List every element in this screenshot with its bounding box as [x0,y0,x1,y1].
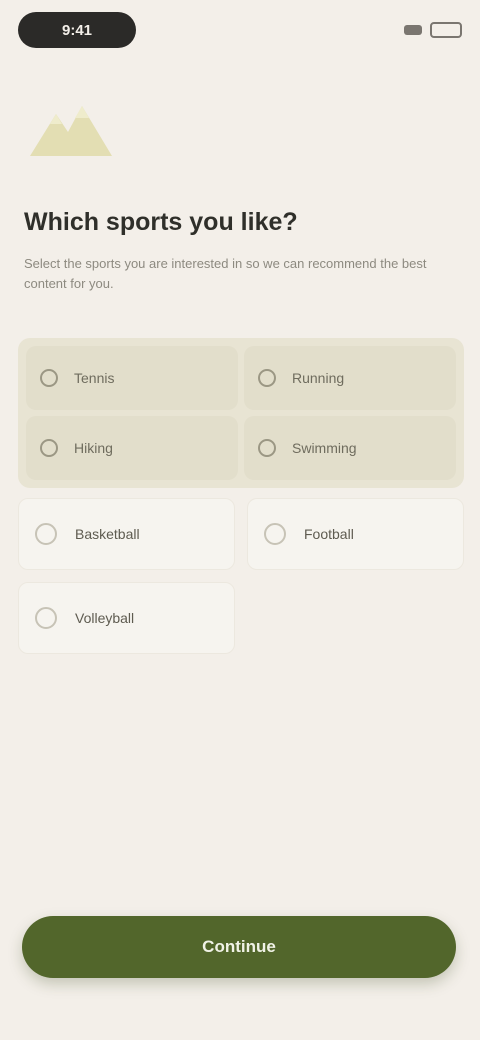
selected-chip-tennis[interactable]: Tennis [26,346,238,410]
option-basketball[interactable]: Basketball [18,498,235,570]
page-subtitle: Select the sports you are interested in … [24,256,427,291]
sport-options: Basketball Football Volleyball [18,498,464,654]
option-label: Football [304,526,354,542]
selected-sports-grid: Tennis Running Hiking Swimming [18,338,464,488]
status-icons [366,22,462,38]
check-icon [258,439,276,457]
battery-icon [430,22,462,38]
check-icon [40,439,58,457]
radio-icon [35,607,57,629]
chip-label: Running [292,370,345,386]
selected-chip-hiking[interactable]: Hiking [26,416,238,480]
mountain-icon [30,106,112,156]
option-volleyball[interactable]: Volleyball [18,582,235,654]
chip-label: Hiking [74,440,113,456]
status-bar: 9:41 [18,10,462,50]
selected-chip-running[interactable]: Running [244,346,456,410]
page-title: Which sports you like? [24,208,298,236]
radio-icon [35,523,57,545]
continue-button[interactable]: Continue [22,916,456,978]
signal-icon [404,25,422,35]
option-label: Basketball [75,526,140,542]
option-label: Volleyball [75,610,135,626]
chip-label: Swimming [292,440,357,456]
option-football[interactable]: Football [247,498,464,570]
status-time: 9:41 [18,12,136,48]
radio-icon [264,523,286,545]
chip-label: Tennis [74,370,115,386]
check-icon [40,369,58,387]
check-icon [258,369,276,387]
selected-chip-swimming[interactable]: Swimming [244,416,456,480]
